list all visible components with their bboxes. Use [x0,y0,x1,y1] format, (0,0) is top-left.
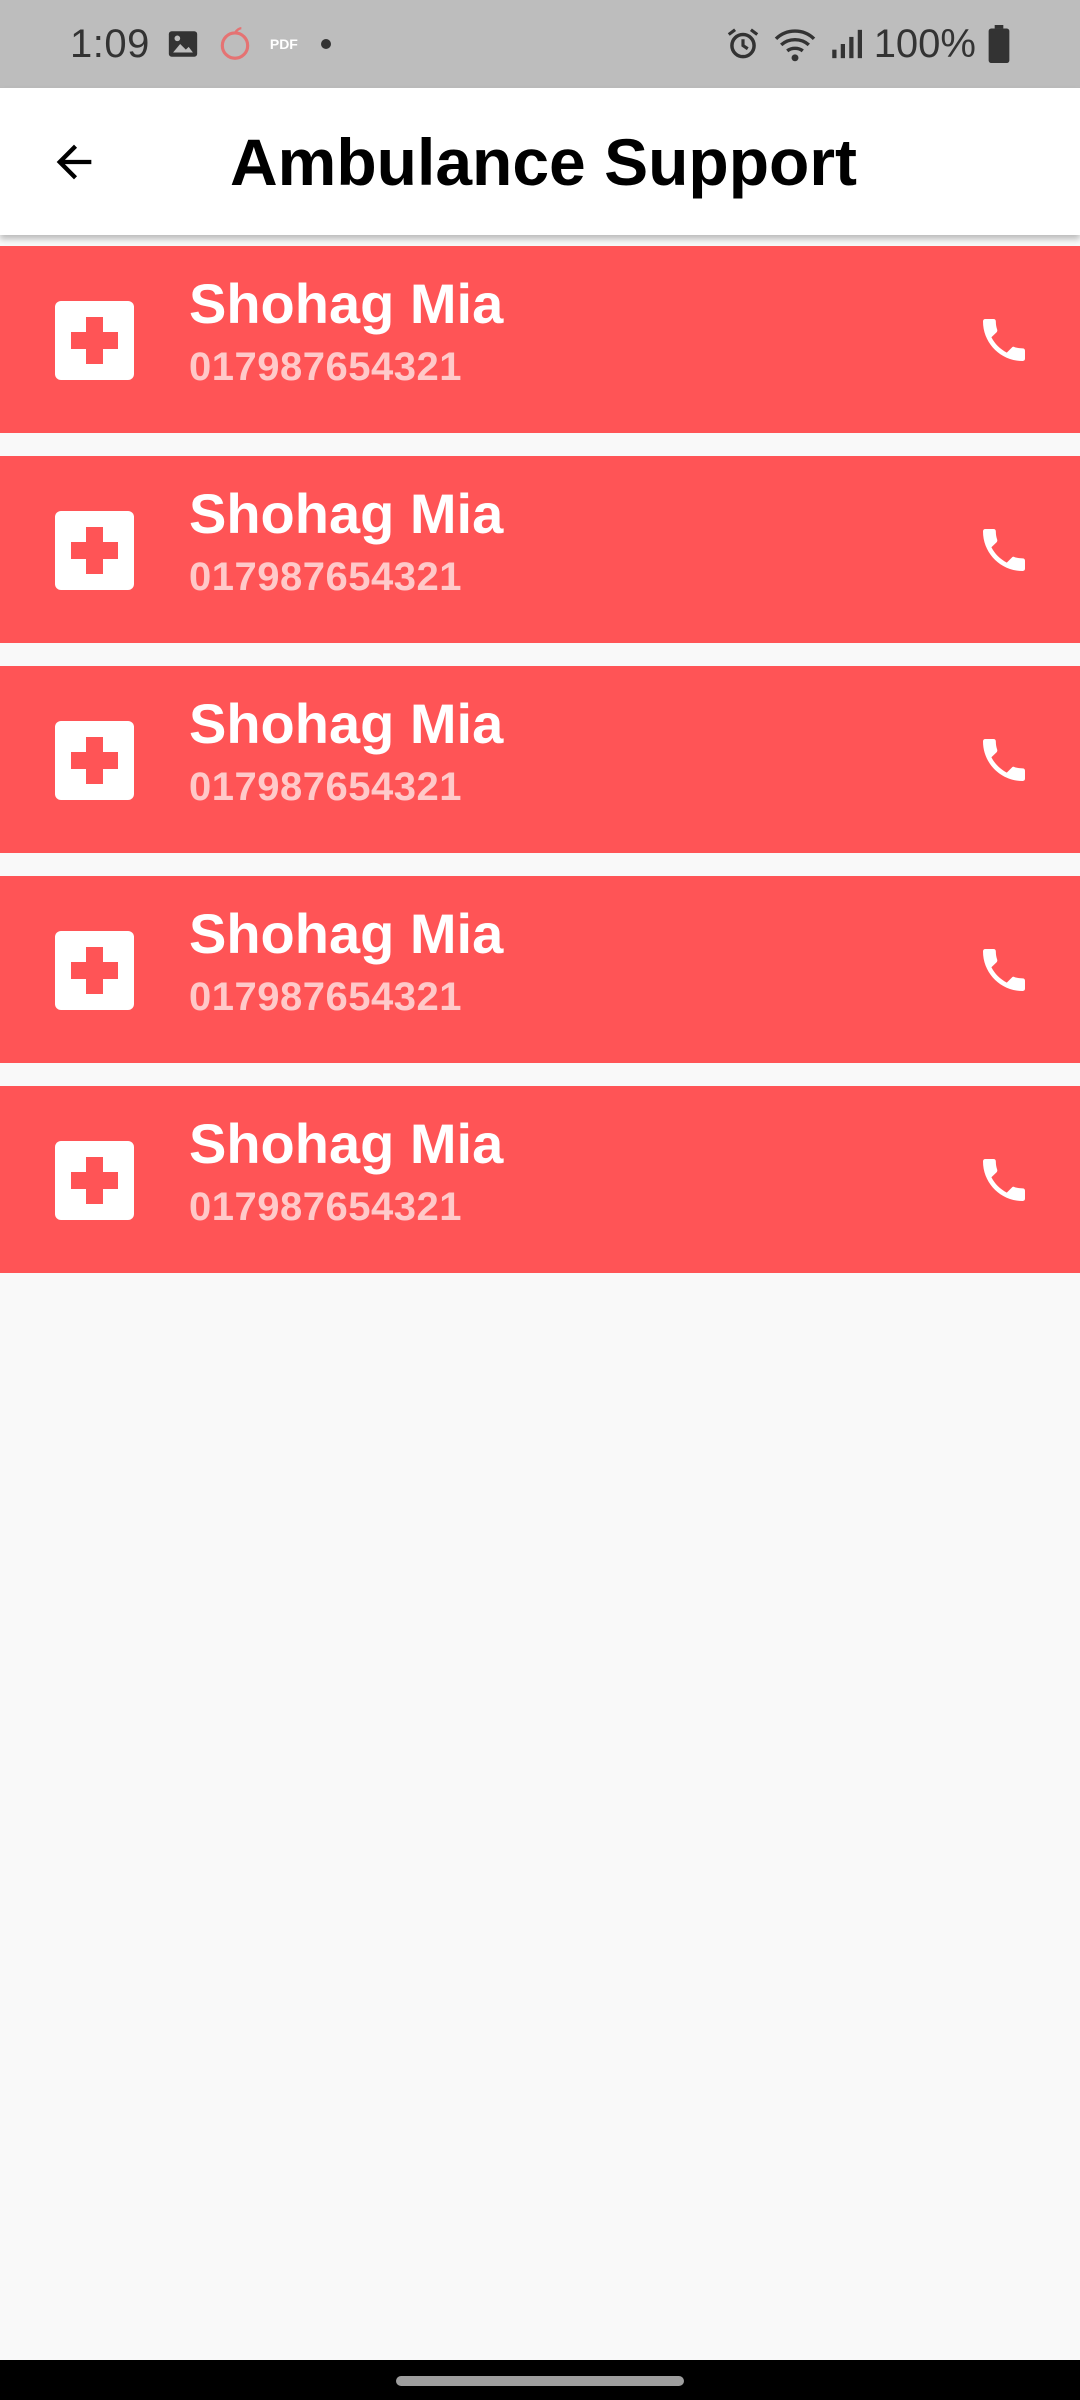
home-gesture-handle[interactable] [396,2376,684,2386]
battery-percent: 100% [873,21,976,66]
contact-name: Shohag Mia [189,902,504,965]
medical-cross-icon [55,931,134,1010]
phone-icon [983,529,1025,571]
phone-icon [983,739,1025,781]
contact-phone: 017987654321 [189,555,462,599]
contact-phone: 017987654321 [189,975,462,1019]
status-time: 1:09 [70,21,150,66]
list-item[interactable]: Shohag Mia 017987654321 [0,876,1080,1063]
contact-list: Shohag Mia 017987654321 Shohag Mia 01798… [0,246,1080,1296]
call-button[interactable] [968,724,1040,796]
battery-icon [988,25,1010,63]
phone-icon [983,319,1025,361]
pdf-icon: PDF [270,36,298,52]
page-title: Ambulance Support [230,124,858,199]
alarm-icon [724,25,762,63]
status-left: 1:09 PDF [70,0,338,88]
medical-cross-icon [55,1141,134,1220]
signal-icon [828,27,862,61]
contact-name: Shohag Mia [189,692,504,755]
call-button[interactable] [968,934,1040,1006]
medical-cross-icon [55,511,134,590]
status-right: 100% [724,0,1010,88]
call-button[interactable] [968,1144,1040,1216]
list-item[interactable]: Shohag Mia 017987654321 [0,246,1080,433]
dot-icon [314,32,338,56]
call-button[interactable] [968,304,1040,376]
call-button[interactable] [968,514,1040,586]
medical-cross-icon [55,301,134,380]
app-bar: Ambulance Support [0,88,1080,235]
list-item[interactable]: Shohag Mia 017987654321 [0,1086,1080,1273]
contact-name: Shohag Mia [189,272,504,335]
phone-icon [983,1159,1025,1201]
back-button[interactable] [40,128,108,196]
arrow-left-icon [56,144,92,180]
medical-cross-icon [55,721,134,800]
phone-icon [983,949,1025,991]
contact-phone: 017987654321 [189,765,462,809]
contact-name: Shohag Mia [189,482,504,545]
pdf-label: PDF [269,36,298,52]
status-bar: 1:09 PDF 100% [0,0,1080,88]
app-icon [216,25,254,63]
list-item[interactable]: Shohag Mia 017987654321 [0,666,1080,853]
contact-phone: 017987654321 [189,345,462,389]
list-item[interactable]: Shohag Mia 017987654321 [0,456,1080,643]
contact-name: Shohag Mia [189,1112,504,1175]
wifi-icon [774,25,816,63]
system-nav-bar [0,2360,1080,2400]
contact-phone: 017987654321 [189,1185,462,1229]
image-icon [166,27,200,61]
